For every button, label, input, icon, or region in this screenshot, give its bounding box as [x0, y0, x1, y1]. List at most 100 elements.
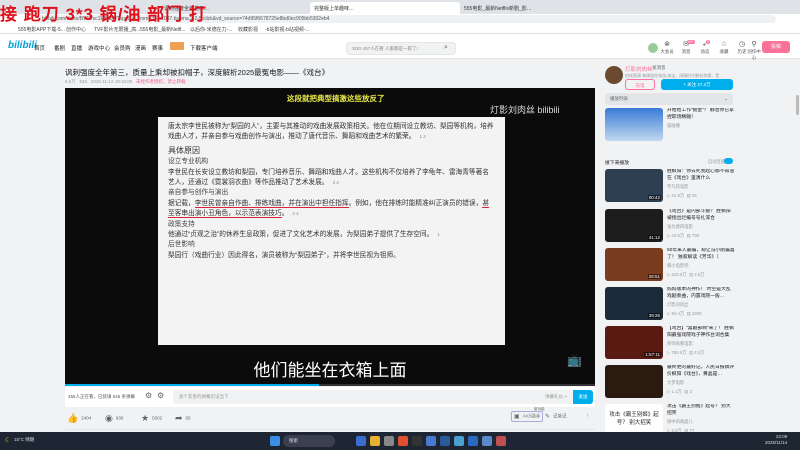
- app-icon[interactable]: [454, 436, 464, 446]
- slide-paragraph: 他通过“贞观之治”的休养生息政策，促进了文化艺术的发展，为梨园弟子提供了生存空间…: [168, 231, 440, 239]
- message-badge: 99+: [687, 40, 695, 44]
- bookmark[interactable]: 创作中心: [66, 26, 86, 33]
- nav-game[interactable]: 游戏中心: [88, 44, 110, 52]
- app-icon[interactable]: [384, 436, 394, 446]
- slide-paragraph: 据记载，李世民曾亲自作曲、排练戏曲，并在演出中担任指挥。例如，他在排练时能精准纠…: [168, 199, 489, 219]
- charge-button[interactable]: 充电: [625, 79, 655, 90]
- danmaku-etiquette-link[interactable]: 弹幕礼仪 >: [545, 394, 567, 400]
- nav-mall[interactable]: 会员购: [114, 44, 131, 52]
- playlist-item[interactable]: 开始给工作“掘金”？ 静音你已拿捏职场精髓！ 猫碰撞: [605, 108, 795, 142]
- app-icon[interactable]: [482, 436, 492, 446]
- clock[interactable]: 22:09 2025/11/14: [765, 434, 787, 446]
- autoplay-toggle[interactable]: [724, 158, 733, 164]
- notes-button[interactable]: ✎ 记笔记: [545, 413, 567, 420]
- next-up-label: 接下来播放: [605, 161, 629, 166]
- taskbar-search[interactable]: 搜索: [283, 435, 335, 447]
- dynamic-icon: ➶: [702, 41, 708, 48]
- recommend-stats: ▷ 343.5万 ▤ 2.5万: [667, 272, 705, 277]
- send-danmaku-button[interactable]: 发送: [573, 390, 593, 404]
- viewer-count: 455人正在看，已装填 645 条弹幕: [68, 394, 136, 399]
- slide-paragraph: 梨园行（戏曲行业）因此得名，演员被称为“梨园弟子”，并将李世民视为祖师。: [168, 251, 400, 259]
- uploader-avatar[interactable]: [605, 66, 623, 84]
- ai-assistant-button[interactable]: ▣ AI小助手: [511, 411, 544, 422]
- user-avatar[interactable]: [648, 43, 658, 53]
- bookmark[interactable]: 收藏影视: [238, 26, 258, 33]
- search-icon[interactable]: ⌕: [444, 44, 448, 52]
- nav-live[interactable]: 直播: [71, 44, 82, 52]
- follow-button[interactable]: + 关注 27.2万: [661, 79, 733, 90]
- recommend-item[interactable]: 00:42 胜枫阳：你去死我起心都不知道在《戏台》里演什么 平凡的电影 ▷ 21…: [605, 169, 795, 203]
- views-count: 6.5万: [65, 79, 76, 84]
- recommend-stats: ▷ 1.1万 ▤ 3: [667, 389, 692, 394]
- chevron-down-icon: ⌄: [724, 96, 728, 101]
- nav-manga[interactable]: 漫画: [135, 44, 146, 52]
- danmaku-toggle-icon[interactable]: ⚙: [145, 391, 152, 400]
- more-icon[interactable]: ⋮: [585, 413, 590, 419]
- recommend-item[interactable]: 1:57:11 【戏台】“喜剧部啊”来了！ 胜枫阳最强戏院戏子神作台词合集 师师…: [605, 326, 795, 360]
- robot-icon: ▣: [514, 414, 520, 420]
- slide-paragraph: 李世民在长安设立教坊和梨园，专门培养音乐、舞蹈和戏曲人才。这些机构不仅培养了李龟…: [168, 168, 489, 187]
- recommend-stats: ▷ 44.6万 ▤ 790: [667, 233, 699, 238]
- recommend-item[interactable]: 最终更的最好记，人民日报稿评价枫阳《戏台》，黄晶是… 大梦电影 ▷ 1.1万 ▤…: [605, 365, 795, 399]
- app-icon[interactable]: [496, 436, 506, 446]
- explorer-icon[interactable]: [370, 436, 380, 446]
- uploader-name[interactable]: 灯影刘肉丝: [625, 65, 653, 73]
- recommend-title: 【戏台】“喜剧部啊”来了！ 胜枫阳最强戏院戏子神作台词合集: [667, 326, 734, 338]
- nav-download[interactable]: 下载客户端: [190, 44, 218, 52]
- bilibili-logo[interactable]: bilibili: [8, 40, 37, 51]
- bookmark[interactable]: 以后你-米德在力-...: [190, 26, 233, 33]
- recommend-item[interactable]: 28:51 50年来人最骗，却让冯小刚骗喜了！ 独家解读《芳华》（ 聊小电影吧 …: [605, 248, 795, 282]
- duration: 00:42: [647, 195, 661, 200]
- danmaku-settings-icon[interactable]: ⚙: [157, 391, 164, 400]
- search-input[interactable]: XDD 457人在看 人家都是一职了!: [346, 42, 456, 55]
- browser-tab[interactable]: 555电影_最新Netflix新剧_影…: [460, 2, 610, 14]
- underlined-text: 李世民曾亲自作曲、排练戏曲，并在演出中担任指挥: [194, 199, 349, 208]
- top-danmaku-text: 这段就把典型搞激这些放反了: [287, 94, 385, 103]
- promo-badge-icon[interactable]: [170, 42, 184, 50]
- upload-button[interactable]: 投稿: [762, 41, 790, 53]
- progress-bar[interactable]: [65, 384, 595, 386]
- send-message-link[interactable]: 发消息: [652, 65, 666, 71]
- recommend-author: 师师再看电影: [667, 341, 693, 346]
- recommend-title: 最终更的最好记，人民日报稿评价枫阳《戏台》，黄晶是…: [667, 365, 735, 377]
- video-meta: 6.5万 645 2025-11-12 19:15:00 未经作者授权，禁止转载: [65, 79, 186, 85]
- header-dynamic[interactable]: ➶ 动态: [697, 41, 713, 55]
- app-icon[interactable]: [426, 436, 436, 446]
- bookmark[interactable]: TVF影片无限播_高...: [94, 26, 140, 33]
- coin-button[interactable]: ◉ 939: [105, 413, 123, 424]
- chrome-icon[interactable]: [398, 436, 408, 446]
- video-subtitle: 他们能坐在衣箱上面: [253, 361, 407, 380]
- nav-esports[interactable]: 赛事: [152, 44, 163, 52]
- recommend-stats: ▷ 94.4万 ▤ 4300: [667, 311, 702, 316]
- bookmark[interactable]: 555电影_最新Netfl...: [140, 26, 186, 33]
- like-button[interactable]: 👍 2404: [67, 413, 91, 424]
- recommend-stats: ▷ 760.5万 ▤ 4.3万: [667, 350, 705, 355]
- app-icon[interactable]: [440, 436, 450, 446]
- nav-home[interactable]: 首页: [34, 44, 45, 52]
- bookmark[interactable]: -b站影视-b站视频-...: [265, 26, 310, 33]
- edge-icon[interactable]: [356, 436, 366, 446]
- playlist-dropdown[interactable]: 播放列表 ⌄: [605, 93, 733, 105]
- start-icon[interactable]: [270, 436, 280, 446]
- browser-tab-active[interactable]: 完整版上单趣味…: [310, 2, 460, 14]
- app-icon[interactable]: [412, 436, 422, 446]
- nav-anime[interactable]: 番剧: [54, 44, 65, 52]
- share-button[interactable]: ➦ 65: [175, 413, 191, 424]
- app-icon[interactable]: [468, 436, 478, 446]
- danmaku-bar: 455人正在看，已装填 645 条弹幕 ⚙ ⚙ 发个友善的弹幕见证当下 弹幕礼仪 …: [65, 387, 595, 407]
- creator-icon: ⚲: [751, 41, 757, 48]
- header-favorite[interactable]: ☆ 收藏: [716, 41, 732, 55]
- scrollbar[interactable]: [796, 95, 799, 115]
- danmaku-input[interactable]: 发个友善的弹幕见证当下 弹幕礼仪 >: [173, 390, 573, 404]
- video-player[interactable]: 这段就把典型搞激这些放反了 灯影刘肉丝 bilibili 唐太宗李世民被称为“梨…: [65, 88, 595, 386]
- thumbs-up-icon: 👍: [67, 413, 79, 423]
- recommend-item[interactable]: 41:12 《戏台》是内部斗狠？ 胜枫阳被指出烂编号号扎浑合 张为唐四电影 ▷ …: [605, 209, 795, 243]
- bookmark[interactable]: 555电影APP下载-5...: [18, 26, 65, 33]
- recommend-item[interactable]: 39:26 妈妈版本的神作！ 时空是大乱戏剧奏曲，内置戏院一般… 灯影刘肉丝 ▷…: [605, 287, 795, 321]
- header-vip[interactable]: ⊗ 大会员: [659, 41, 675, 55]
- share-icon: ➦: [175, 413, 183, 423]
- coin-icon: ◉: [105, 413, 113, 423]
- header-creator[interactable]: ⚲ 创作中心: [747, 41, 761, 61]
- duration: 41:12: [647, 235, 661, 240]
- favorite-button[interactable]: ★ 5002: [141, 413, 162, 424]
